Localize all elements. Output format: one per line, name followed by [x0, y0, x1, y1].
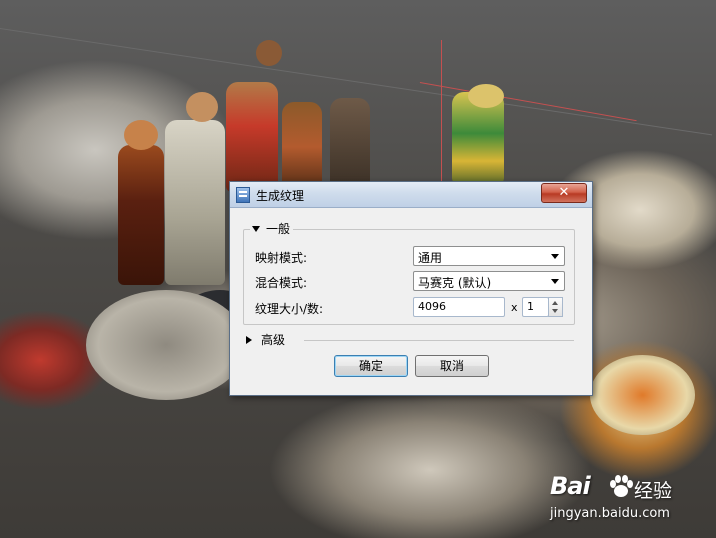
- general-section-header[interactable]: 一般: [250, 221, 294, 237]
- bowl: [86, 290, 246, 400]
- ok-button[interactable]: 确定: [334, 355, 408, 377]
- mapping-mode-value: 通用: [418, 251, 443, 265]
- blend-mode-label: 混合模式:: [255, 276, 308, 290]
- close-button[interactable]: ✕: [541, 183, 587, 203]
- collapse-triangle-icon: [252, 225, 260, 232]
- close-icon: ✕: [558, 185, 570, 200]
- advanced-section-header[interactable]: 高级: [246, 332, 285, 348]
- texture-count-spinner[interactable]: [548, 297, 563, 317]
- dark-bottle: [330, 98, 370, 188]
- dialog-title: 生成纹理: [256, 189, 305, 203]
- chevron-down-icon: [551, 279, 559, 284]
- dialog-titlebar[interactable]: 生成纹理 ✕: [230, 182, 592, 208]
- watermark-url: jingyan.baidu.com: [550, 506, 670, 521]
- blend-mode-select[interactable]: 马赛克 (默认): [413, 271, 565, 291]
- expand-triangle-icon: [246, 335, 252, 344]
- paw-logo-icon: [610, 475, 633, 497]
- texture-size-value: 4096: [418, 300, 446, 313]
- texture-count-input[interactable]: 1: [522, 297, 549, 317]
- blend-mode-value: 马赛克 (默认): [418, 276, 492, 290]
- watermark-brand: Bai: [550, 472, 591, 500]
- viewport-axis-line-red-vertical: [441, 40, 442, 190]
- bottle-cap: [186, 92, 218, 122]
- bottle-cap: [124, 120, 158, 150]
- bottle-cap: [468, 84, 504, 108]
- advanced-label: 高级: [261, 333, 286, 347]
- texture-size-label: 纹理大小/数:: [255, 302, 324, 316]
- size-separator: x: [511, 301, 518, 314]
- baidu-jingyan-watermark: Bai 经验 jingyan.baidu.com: [550, 472, 710, 532]
- texture-size-input[interactable]: 4096: [413, 297, 505, 317]
- generate-texture-dialog: 生成纹理 ✕ 一般 映射模式: 通用 混合模式: 马赛克 (默认) 纹理大小/数…: [229, 181, 593, 396]
- top-cap: [256, 40, 282, 66]
- brown-bottle: [282, 102, 322, 192]
- bowl: [590, 355, 695, 435]
- cancel-button[interactable]: 取消: [415, 355, 489, 377]
- spin-up-icon: [552, 301, 558, 305]
- mapping-mode-label: 映射模式:: [255, 251, 308, 265]
- glass-bottle: [165, 120, 225, 285]
- red-label-bottle: [226, 82, 278, 192]
- app-icon: [236, 187, 250, 203]
- watermark-brand-cn: 经验: [634, 480, 673, 502]
- advanced-divider: [304, 340, 574, 341]
- texture-count-value: 1: [527, 300, 534, 313]
- chevron-down-icon: [551, 254, 559, 259]
- spin-down-icon: [552, 309, 558, 313]
- general-legend-label: 一般: [266, 222, 291, 236]
- soy-bottle: [118, 145, 164, 285]
- mapping-mode-select[interactable]: 通用: [413, 246, 565, 266]
